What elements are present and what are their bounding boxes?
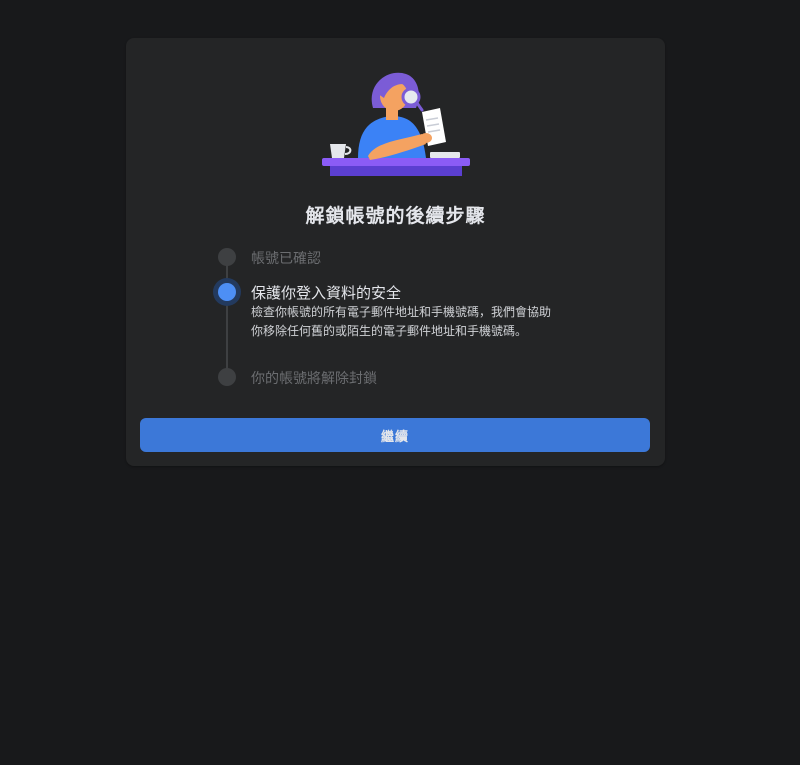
step-2-description: 檢查你帳號的所有電子郵件地址和手機號碼，我們會協助你移除任何舊的或陌生的電子郵件… — [251, 305, 552, 338]
step-1-indicator — [218, 248, 236, 266]
continue-button[interactable]: 繼續 — [140, 418, 650, 452]
step-3-label: 你的帳號將解除封鎖 — [251, 371, 377, 387]
step-1-label: 帳號已確認 — [251, 251, 321, 267]
person-reading-document-illustration — [322, 72, 470, 176]
page-title: 解鎖帳號的後續步驟 — [305, 205, 486, 227]
steps-connector-line — [226, 256, 228, 378]
step-3-indicator — [218, 368, 236, 386]
unlock-steps: 帳號已確認 保護你登入資料的安全 檢查你帳號的所有電子郵件地址和手機號碼，我們會… — [206, 242, 566, 392]
step-2-indicator — [218, 283, 236, 301]
page: 解鎖帳號的後續步驟 帳號已確認 保護你登入資料的安全 檢查你帳號的所有電子郵件地… — [0, 0, 800, 765]
step-2-label: 保護你登入資料的安全 — [251, 284, 402, 302]
unlock-account-card: 解鎖帳號的後續步驟 帳號已確認 保護你登入資料的安全 檢查你帳號的所有電子郵件地… — [126, 38, 665, 466]
